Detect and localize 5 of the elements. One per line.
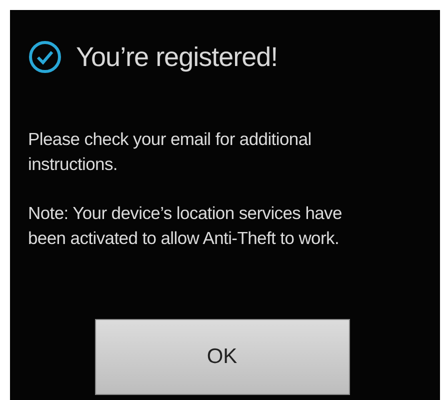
message-text: Note: Your device’s location services have been activated to allow Anti-Theft to work.	[28, 202, 343, 250]
dialog-title: You’re registered!	[76, 42, 278, 72]
check-circle-icon	[28, 40, 62, 74]
message-text: Please check your email for additional instructions.	[28, 128, 312, 176]
ok-button[interactable]: OK	[94, 319, 350, 395]
